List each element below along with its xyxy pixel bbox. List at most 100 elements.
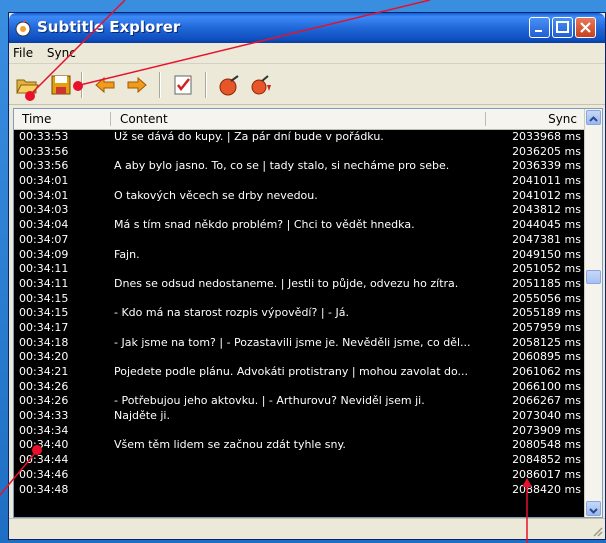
- sync-ball-icon[interactable]: [217, 73, 241, 97]
- list-row[interactable]: 00:34:11 2051052 ms: [14, 262, 585, 277]
- list-row[interactable]: 00:34:46 2086017 ms: [14, 468, 585, 483]
- row-time: 00:34:07: [19, 232, 69, 246]
- list-row[interactable]: 00:34:18 - Jak jsme na tom? | - Pozastavi…: [14, 336, 585, 351]
- row-sync: 2043812 ms: [512, 203, 581, 217]
- list-row[interactable]: 00:34:11 Dnes se odsud nedostaneme. | Jes…: [14, 277, 585, 292]
- row-sync: 2033968 ms: [512, 130, 581, 143]
- list-row[interactable]: 00:34:34 2073909 ms: [14, 424, 585, 439]
- column-header-content[interactable]: Content: [120, 112, 168, 126]
- row-sync: 2066267 ms: [512, 394, 581, 408]
- scroll-down-button[interactable]: [586, 501, 601, 516]
- arrow-right-icon[interactable]: [125, 73, 149, 97]
- app-icon: [15, 20, 31, 37]
- row-time: 00:34:26: [19, 379, 69, 393]
- list-row[interactable]: 00:33:56 A aby bylo jasno. To, co se | ta…: [14, 159, 585, 174]
- list-row[interactable]: 00:34:33 Najděte ji. 2073040 ms: [14, 409, 585, 424]
- checklist-icon[interactable]: [171, 73, 195, 97]
- list-row[interactable]: 00:34:20 2060895 ms: [14, 350, 585, 365]
- close-button[interactable]: [575, 17, 596, 38]
- row-sync: 2060895 ms: [512, 350, 581, 364]
- list-row[interactable]: 00:34:04 Má s tím snad někdo problém? | C…: [14, 218, 585, 233]
- row-sync: 2036339 ms: [512, 159, 581, 173]
- row-sync: 2084852 ms: [512, 453, 581, 467]
- row-sync: 2080548 ms: [512, 438, 581, 452]
- toolbar-separator: [81, 72, 83, 98]
- column-divider[interactable]: [485, 112, 486, 126]
- row-content: Najděte ji.: [114, 409, 170, 423]
- row-time: 00:34:26: [19, 394, 69, 408]
- window-title: Subtitle Explorer: [37, 18, 181, 36]
- row-sync: 2061062 ms: [512, 365, 581, 378]
- list-row[interactable]: 00:34:07 2047381 ms: [14, 233, 585, 248]
- row-content: Fajn.: [114, 247, 140, 261]
- save-icon[interactable]: [49, 73, 73, 97]
- row-sync: 2055056 ms: [512, 291, 581, 305]
- column-header-sync[interactable]: Sync: [548, 112, 577, 126]
- list-row[interactable]: 00:34:15 - Kdo má na starost rozpis výpov…: [14, 306, 585, 321]
- list-header: Time Content Sync: [14, 109, 585, 130]
- list-row[interactable]: 00:34:26 2066100 ms: [14, 380, 585, 395]
- row-time: 00:34:03: [19, 203, 69, 217]
- column-divider[interactable]: [110, 112, 111, 126]
- menu-file[interactable]: File: [9, 43, 39, 60]
- list-row[interactable]: 00:34:03 2043812 ms: [14, 203, 585, 218]
- row-time: 00:34:40: [19, 438, 69, 452]
- row-time: 00:34:01: [19, 188, 69, 202]
- status-bar: [9, 518, 605, 539]
- list-row[interactable]: 00:33:53 Už se dává do kupy. | Za pár dní…: [14, 130, 585, 145]
- row-time: 00:34:48: [19, 482, 69, 496]
- row-time: 00:34:09: [19, 247, 69, 261]
- arrow-left-icon[interactable]: [93, 73, 117, 97]
- vertical-scrollbar[interactable]: [584, 109, 602, 517]
- row-sync: 2047381 ms: [512, 232, 581, 246]
- menu-bar: File Sync: [9, 43, 605, 64]
- row-content: - Potřebujou jeho aktovku. | - Arthurovu…: [114, 394, 425, 408]
- toolbar-separator: [159, 72, 161, 98]
- row-sync: 2041012 ms: [512, 188, 581, 202]
- subtitle-list[interactable]: Time Content Sync 00:33:53 Už se dává do …: [13, 108, 603, 518]
- row-time: 00:34:18: [19, 335, 69, 349]
- row-sync: 2049150 ms: [512, 247, 581, 261]
- list-row[interactable]: 00:34:40 Všem těm lidem se začnou zdát ty…: [14, 438, 585, 453]
- row-sync: 2044045 ms: [512, 218, 581, 232]
- sync-ball-down-icon[interactable]: [249, 73, 273, 97]
- row-time: 00:34:33: [19, 409, 69, 423]
- list-row[interactable]: 00:34:01 2041011 ms: [14, 174, 585, 189]
- list-row[interactable]: 00:34:15 2055056 ms: [14, 292, 585, 307]
- row-sync: 2057959 ms: [512, 320, 581, 334]
- title-bar[interactable]: Subtitle Explorer: [9, 13, 605, 43]
- row-time: 00:34:44: [19, 453, 69, 467]
- minimize-button[interactable]: [529, 17, 550, 38]
- list-row[interactable]: 00:34:48 2088420 ms: [14, 483, 585, 498]
- row-time: 00:34:20: [19, 350, 69, 364]
- row-sync: 2086017 ms: [512, 467, 581, 481]
- maximize-icon: [556, 21, 569, 33]
- row-content: Pojedete podle plánu. Advokáti protistra…: [114, 365, 469, 378]
- maximize-button[interactable]: [552, 17, 573, 38]
- list-row[interactable]: 00:34:17 2057959 ms: [14, 321, 585, 336]
- list-row[interactable]: 00:34:21 Pojedete podle plánu. Advokáti p…: [14, 365, 585, 380]
- row-content: Už se dává do kupy. | Za pár dní bude v …: [114, 130, 384, 143]
- row-sync: 2055189 ms: [512, 306, 581, 320]
- row-content: Má s tím snad někdo problém? | Chci to v…: [114, 218, 415, 232]
- menu-sync[interactable]: Sync: [43, 43, 82, 60]
- list-row[interactable]: 00:33:56 2036205 ms: [14, 145, 585, 160]
- column-header-time[interactable]: Time: [22, 112, 51, 126]
- list-row[interactable]: 00:34:09 Fajn. 2049150 ms: [14, 248, 585, 263]
- list-row[interactable]: 00:34:26 - Potřebujou jeho aktovku. | - A…: [14, 394, 585, 409]
- row-content: O takových věcech se drby nevedou.: [114, 188, 318, 202]
- list-row[interactable]: 00:34:44 2084852 ms: [14, 453, 585, 468]
- row-sync: 2041011 ms: [512, 174, 581, 188]
- open-folder-icon[interactable]: [15, 73, 39, 97]
- row-content: - Kdo má na starost rozpis výpovědí? | -…: [114, 306, 349, 320]
- toolbar: [9, 64, 605, 105]
- scroll-thumb[interactable]: [586, 270, 601, 284]
- row-time: 00:33:56: [19, 159, 69, 173]
- scroll-up-button[interactable]: [586, 110, 601, 125]
- row-time: 00:34:01: [19, 174, 69, 188]
- list-row[interactable]: 00:34:01 O takových věcech se drby nevedo…: [14, 189, 585, 204]
- row-sync: 2088420 ms: [512, 482, 581, 496]
- resize-grip-icon[interactable]: [591, 525, 603, 537]
- row-sync: 2073909 ms: [512, 423, 581, 437]
- row-time: 00:34:17: [19, 320, 69, 334]
